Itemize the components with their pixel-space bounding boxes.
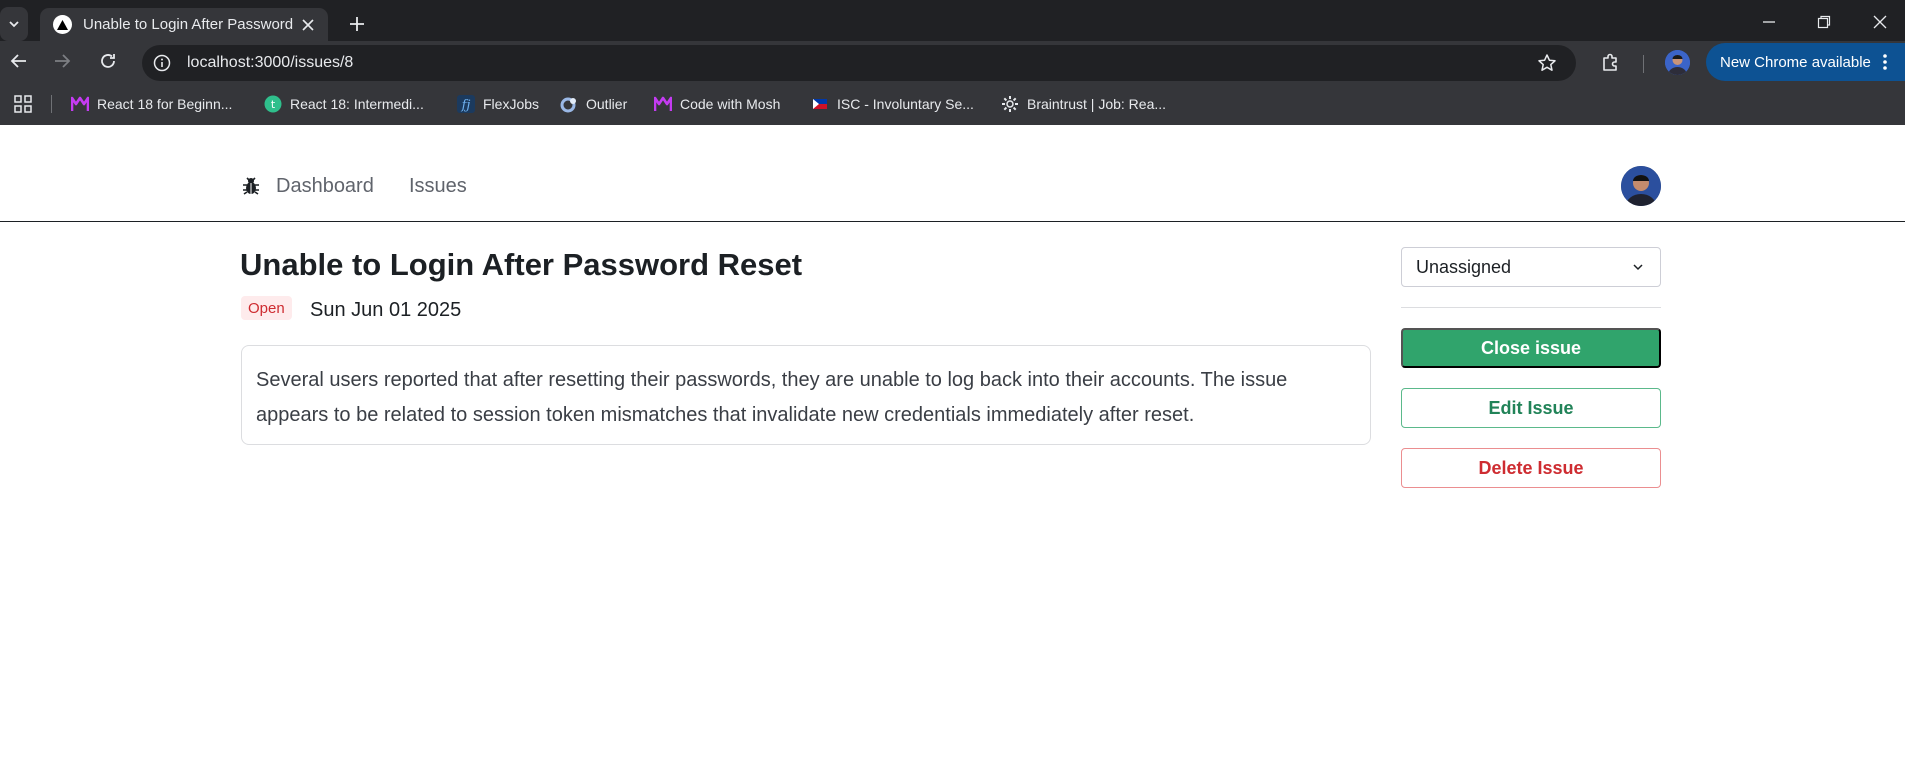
close-tab-icon[interactable] [298, 15, 318, 35]
forward-arrow-icon[interactable] [49, 48, 75, 74]
app-navbar: Dashboard Issues [0, 125, 1905, 222]
tab-search-button[interactable] [0, 7, 28, 41]
apps-grid-icon[interactable] [12, 93, 34, 115]
assignee-value: Unassigned [1416, 256, 1512, 277]
browser-toolbar: localhost:3000/issues/8 New Chrome avail… [0, 41, 1905, 82]
delete-issue-button[interactable]: Delete Issue [1401, 448, 1661, 488]
edit-issue-button[interactable]: Edit Issue [1401, 388, 1661, 428]
gear-icon [1001, 95, 1019, 113]
bookmark-outlier[interactable]: Outlier [560, 92, 627, 116]
user-avatar[interactable] [1621, 166, 1661, 206]
mosh-logo-icon [654, 95, 672, 113]
update-chrome-button[interactable]: New Chrome available [1706, 43, 1905, 81]
svg-text:t: t [271, 98, 276, 111]
bookmarks-bar: React 18 for Beginn... t React 18: Inter… [0, 82, 1905, 125]
bookmark-react-18-beginners[interactable]: React 18 for Beginn... [71, 92, 232, 116]
more-vertical-icon[interactable] [1875, 52, 1895, 72]
sidebar-divider [1401, 307, 1661, 308]
nav-link-dashboard[interactable]: Dashboard [276, 175, 374, 198]
mosh-logo-icon [71, 95, 89, 113]
new-tab-icon[interactable] [345, 12, 369, 36]
bookmark-flexjobs[interactable]: fj FlexJobs [457, 92, 539, 116]
browser-tab-strip: Unable to Login After Password Reset [0, 0, 1905, 41]
reload-icon[interactable] [95, 48, 121, 74]
bookmark-code-with-mosh[interactable]: Code with Mosh [654, 92, 780, 116]
browser-tab[interactable]: Unable to Login After Password Reset [40, 8, 328, 41]
profile-avatar[interactable] [1665, 50, 1690, 75]
close-issue-button[interactable]: Close issue [1401, 328, 1661, 368]
issue-title: Unable to Login After Password Reset [240, 247, 803, 282]
tab-title: Unable to Login After Password Reset [83, 16, 298, 33]
assignee-select[interactable]: Unassigned [1401, 247, 1661, 287]
toolbar-divider [1643, 55, 1644, 73]
minimize-icon[interactable] [1757, 10, 1781, 34]
flag-icon [811, 95, 829, 113]
update-chrome-label: New Chrome available [1720, 53, 1871, 71]
back-arrow-icon[interactable] [6, 48, 32, 74]
url-text[interactable]: localhost:3000/issues/8 [187, 54, 353, 72]
nextjs-favicon-icon [53, 15, 72, 34]
svg-text:fj: fj [461, 98, 471, 113]
flexjobs-logo-icon: fj [457, 95, 475, 113]
chevron-down-icon [9, 21, 19, 28]
issue-description-card: Several users reported that after resett… [241, 345, 1371, 445]
chevron-down-icon [1630, 259, 1646, 275]
bookmarks-divider [51, 95, 52, 113]
address-bar[interactable]: localhost:3000/issues/8 [142, 45, 1576, 81]
bookmark-star-icon[interactable] [1536, 52, 1558, 74]
teachable-logo-icon: t [264, 95, 282, 113]
bookmark-isc[interactable]: ISC - Involuntary Se... [811, 92, 974, 116]
issue-description: Several users reported that after resett… [256, 369, 1288, 426]
bookmark-braintrust[interactable]: Braintrust | Job: Rea... [1001, 92, 1166, 116]
nav-link-issues[interactable]: Issues [409, 175, 467, 198]
outlier-logo-icon [560, 95, 578, 113]
site-info-icon[interactable] [150, 51, 174, 75]
restore-icon[interactable] [1812, 10, 1836, 34]
issue-date: Sun Jun 01 2025 [310, 299, 462, 321]
bookmark-react-18-intermediate[interactable]: t React 18: Intermedi... [264, 92, 424, 116]
extensions-puzzle-icon[interactable] [1598, 50, 1622, 74]
close-window-icon[interactable] [1868, 10, 1892, 34]
bug-logo-icon[interactable] [240, 175, 262, 197]
status-badge: Open [241, 296, 292, 320]
